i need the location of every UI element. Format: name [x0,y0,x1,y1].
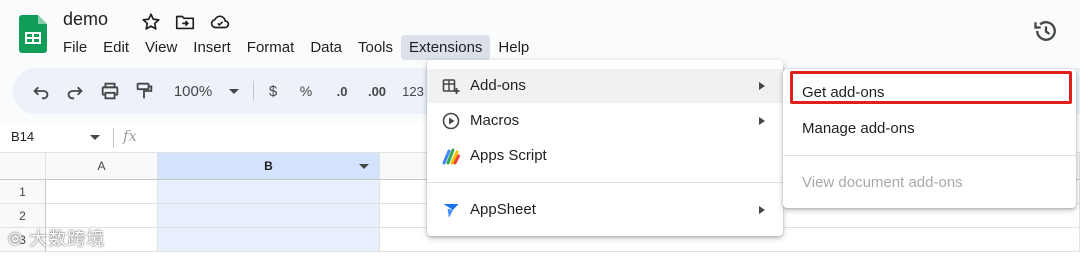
zoom-caret-icon[interactable] [229,89,239,94]
column-header-a[interactable]: A [46,153,158,180]
macros-icon [442,112,460,130]
menu-item-macros-label: Macros [470,112,520,129]
add-ons-submenu: Get add-ons Manage add-ons View document… [783,69,1076,208]
more-formats-button[interactable]: 123 [401,80,425,102]
version-history-icon[interactable] [1032,17,1060,45]
menu-data[interactable]: Data [302,35,350,60]
submenu-arrow-icon [759,82,765,90]
column-header-b-label: B [264,159,273,173]
cell-b2[interactable] [158,204,380,228]
menu-extensions[interactable]: Extensions [401,35,491,60]
print-icon[interactable] [99,80,121,102]
menu-format[interactable]: Format [239,35,303,60]
formula-bar-divider [113,128,114,148]
column-header-b[interactable]: B [158,153,380,180]
column-menu-caret-icon[interactable] [359,164,369,169]
menu-help[interactable]: Help [490,35,537,60]
menu-separator [427,182,783,183]
menu-item-view-document-add-ons-label: View document add-ons [802,174,963,191]
name-box[interactable]: B14 [11,129,34,144]
increase-decimal-button[interactable]: .00 [365,80,389,102]
redo-icon[interactable] [64,80,86,102]
watermark-logo-icon: ⦾ [8,229,30,249]
row-header-1[interactable]: 1 [0,180,46,204]
submenu-arrow-icon [759,206,765,214]
menu-item-apps-script[interactable]: Apps Script [427,139,783,173]
toolbar-divider [253,81,254,101]
menu-item-macros[interactable]: Macros [427,104,783,138]
menu-item-manage-add-ons-label: Manage add-ons [802,120,915,137]
google-sheets-logo-icon[interactable] [19,15,47,53]
move-to-folder-icon[interactable] [174,11,196,33]
star-icon[interactable] [140,11,162,33]
menu-item-apps-script-label: Apps Script [470,147,547,164]
add-ons-icon [442,79,460,94]
undo-icon[interactable] [30,80,52,102]
cell-b1[interactable] [158,180,380,204]
fx-icon: fx [123,127,138,145]
menu-separator [783,155,1076,156]
document-title[interactable]: demo [63,9,108,30]
menu-tools[interactable]: Tools [350,35,401,60]
highlight-annotation-box [790,71,1072,104]
zoom-select[interactable]: 100% [171,80,215,102]
appsheet-icon [443,204,459,218]
watermark: ⦾ 大数跨境 [8,225,105,251]
menu-edit[interactable]: Edit [95,35,137,60]
cell-a1[interactable] [46,180,158,204]
menu-item-add-ons-label: Add-ons [470,77,526,94]
name-box-caret-icon[interactable] [90,135,100,140]
menu-item-appsheet[interactable]: AppSheet [427,193,783,227]
cell-b3[interactable] [158,228,380,252]
menu-insert[interactable]: Insert [185,35,239,60]
submenu-arrow-icon [759,117,765,125]
extensions-menu: Add-ons Macros Apps Script AppSheet [427,60,783,236]
watermark-text: 大数跨境 [29,229,106,249]
currency-format-button[interactable]: $ [265,80,281,102]
paint-format-icon[interactable] [133,80,155,102]
apps-script-icon [442,148,460,165]
menu-bar: File Edit View Insert Format Data Tools … [55,35,537,60]
menu-item-view-document-add-ons: View document add-ons [783,165,1076,199]
percent-format-button[interactable]: % [297,80,315,102]
menu-item-appsheet-label: AppSheet [470,201,536,218]
menu-view[interactable]: View [137,35,185,60]
menu-item-add-ons[interactable]: Add-ons [427,69,783,103]
menu-file[interactable]: File [55,35,95,60]
app-header: demo File Edit View Insert Format Data T… [0,0,1080,68]
select-all-corner[interactable] [0,153,46,180]
cloud-saved-icon[interactable] [209,11,231,33]
decrease-decimal-button[interactable]: .0 [331,80,353,102]
menu-item-manage-add-ons[interactable]: Manage add-ons [783,111,1076,145]
